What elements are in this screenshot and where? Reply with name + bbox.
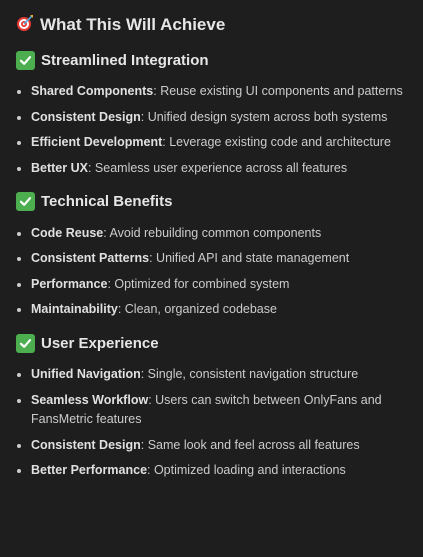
target-icon xyxy=(16,14,34,37)
item-term: Efficient Development xyxy=(31,135,163,150)
list-item: Code Reuse: Avoid rebuilding common comp… xyxy=(16,224,413,244)
list-item: Better Performance: Optimized loading an… xyxy=(16,461,413,481)
item-description: : Reuse existing UI components and patte… xyxy=(153,84,403,99)
list-item: Efficient Development: Leverage existing… xyxy=(16,133,413,153)
section-streamlined-integration: Streamlined Integration Shared Components… xyxy=(16,49,413,178)
bullet-list: Code Reuse: Avoid rebuilding common comp… xyxy=(16,224,413,320)
bullet-dot xyxy=(17,90,21,95)
bullet-list: Shared Components: Reuse existing UI com… xyxy=(16,82,413,178)
bullet-dot xyxy=(17,443,21,448)
item-term: Seamless Workflow xyxy=(31,392,149,407)
bullet-dot xyxy=(17,141,21,146)
bullet-dot xyxy=(17,166,21,171)
list-item: Better UX: Seamless user experience acro… xyxy=(16,159,413,179)
bullet-dot xyxy=(17,308,21,313)
list-item: Consistent Patterns: Unified API and sta… xyxy=(16,249,413,269)
list-item: Maintainability: Clean, organized codeba… xyxy=(16,300,413,320)
list-item: Unified Navigation: Single, consistent n… xyxy=(16,365,413,385)
list-item: Performance: Optimized for combined syst… xyxy=(16,275,413,295)
bullet-dot xyxy=(17,469,21,474)
item-description: : Optimized for combined system xyxy=(107,276,290,291)
page-title: What This Will Achieve xyxy=(16,13,413,37)
item-term: Better UX xyxy=(31,160,88,175)
item-term: Better Performance xyxy=(31,463,148,478)
achievements-panel: What This Will Achieve Streamlined Integ… xyxy=(0,0,423,557)
bullet-dot xyxy=(17,115,21,120)
item-term: Unified Navigation xyxy=(31,367,141,382)
item-term: Shared Components xyxy=(31,84,154,99)
item-description: : Same look and feel across all features xyxy=(140,437,360,452)
item-term: Code Reuse xyxy=(31,225,104,240)
item-term: Consistent Patterns xyxy=(31,251,150,266)
bullet-dot xyxy=(17,231,21,236)
section-heading-text: Technical Benefits xyxy=(41,193,173,211)
check-mark-icon xyxy=(16,192,35,212)
section-heading: Technical Benefits xyxy=(16,191,413,213)
bullet-dot xyxy=(17,282,21,287)
item-term: Consistent Design xyxy=(31,109,141,124)
item-term: Consistent Design xyxy=(31,437,141,452)
item-term: Maintainability xyxy=(31,302,118,317)
list-item: Seamless Workflow: Users can switch betw… xyxy=(16,391,413,430)
section-heading: User Experience xyxy=(16,332,413,354)
list-item: Consistent Design: Same look and feel ac… xyxy=(16,436,413,456)
section-heading-text: User Experience xyxy=(41,334,159,352)
list-item: Shared Components: Reuse existing UI com… xyxy=(16,82,413,102)
item-description: : Unified API and state management xyxy=(149,251,350,266)
bullet-list: Unified Navigation: Single, consistent n… xyxy=(16,365,413,481)
item-description: : Clean, organized codebase xyxy=(117,302,277,317)
bullet-dot xyxy=(17,257,21,262)
check-mark-icon xyxy=(16,50,35,70)
list-item: Consistent Design: Unified design system… xyxy=(16,108,413,128)
bullet-dot xyxy=(17,398,21,403)
check-mark-icon xyxy=(16,333,35,353)
item-description: : Avoid rebuilding common components xyxy=(103,225,322,240)
item-description: : Single, consistent navigation structur… xyxy=(140,367,359,382)
item-description: : Leverage existing code and architectur… xyxy=(162,135,391,150)
item-description: : Optimized loading and interactions xyxy=(147,463,346,478)
item-description: : Seamless user experience across all fe… xyxy=(87,160,348,175)
item-description: : Unified design system across both syst… xyxy=(140,109,388,124)
section-heading: Streamlined Integration xyxy=(16,49,413,71)
section-technical-benefits: Technical Benefits Code Reuse: Avoid rebu… xyxy=(16,191,413,320)
bullet-dot xyxy=(17,373,21,378)
item-term: Performance xyxy=(31,276,108,291)
section-user-experience: User Experience Unified Navigation: Singl… xyxy=(16,332,413,481)
section-heading-text: Streamlined Integration xyxy=(41,51,209,69)
page-title-text: What This Will Achieve xyxy=(40,15,226,34)
